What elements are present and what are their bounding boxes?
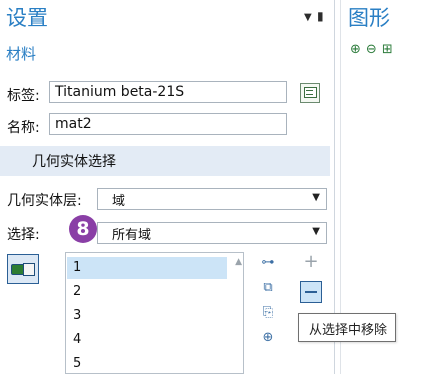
settings-pane: 设置 材料 ▼ ▮ 标签: Titanium beta-21S 名称: mat2… [0, 0, 334, 374]
settings-title: 设置 [6, 6, 48, 30]
selection-select[interactable]: 所有域 ▼ [97, 222, 327, 244]
material-browse-button[interactable] [300, 83, 320, 103]
zoom-in-icon[interactable]: ⊕ [350, 42, 361, 57]
list-item[interactable]: 3 [67, 305, 227, 327]
geometric-selection-section-header[interactable]: 几何实体选择 [0, 146, 330, 176]
active-toggle-button[interactable] [7, 254, 39, 284]
pane-menu-chevron-down-icon[interactable]: ▼ [304, 12, 312, 23]
entity-level-value: 域 [112, 194, 126, 209]
step-badge: 8 [69, 215, 97, 243]
list-item[interactable]: 4 [67, 329, 227, 351]
list-item[interactable]: 1 [67, 257, 227, 279]
add-to-selection-icon[interactable]: + [302, 253, 320, 272]
label-field-input[interactable]: Titanium beta-21S [49, 81, 287, 103]
list-item[interactable]: 5 [67, 353, 227, 373]
entity-level-select[interactable]: 域 ▼ [97, 188, 327, 210]
zoom-box-icon[interactable]: ⊞ [382, 42, 393, 57]
selection-label: 选择: [7, 227, 40, 243]
zoom-to-selection-icon[interactable]: ⊕ [259, 329, 277, 347]
label-field-label: 标签: [7, 88, 40, 104]
copy-selection-icon[interactable]: ⧉ [259, 279, 277, 297]
selection-listbox[interactable]: 1 2 3 4 5 ▲ [65, 252, 244, 374]
scroll-up-icon[interactable]: ▲ [235, 257, 242, 267]
list-item[interactable]: 2 [67, 281, 227, 303]
chevron-down-icon: ▼ [312, 192, 320, 203]
zoom-out-icon[interactable]: ⊖ [366, 42, 377, 57]
pin-icon[interactable]: ▮ [317, 9, 324, 23]
selection-tree-icon[interactable]: ⊶ [259, 254, 277, 272]
graphics-toolbar: ⊕ ⊖ ⊞ [350, 42, 393, 57]
entity-level-label: 几何实体层: [7, 193, 82, 209]
chevron-down-icon: ▼ [312, 226, 320, 237]
graphics-title: 图形 [348, 6, 390, 30]
toggle-knob [23, 263, 35, 276]
name-field-label: 名称: [7, 120, 40, 136]
settings-subtitle: 材料 [6, 45, 37, 63]
paste-selection-icon[interactable]: ⎘ [259, 304, 277, 322]
tooltip: 从选择中移除 [298, 313, 397, 342]
selection-value: 所有域 [112, 228, 152, 243]
remove-from-selection-button[interactable] [300, 281, 322, 303]
name-field-input[interactable]: mat2 [49, 113, 287, 135]
section-title: 几何实体选择 [32, 154, 116, 170]
